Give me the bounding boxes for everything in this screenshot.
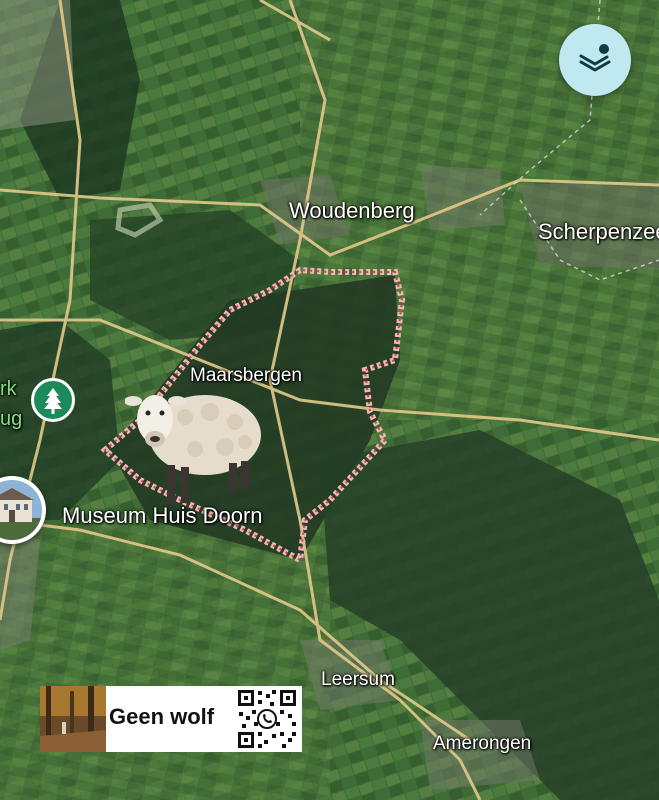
qr-code[interactable] bbox=[236, 688, 298, 750]
layers-button[interactable] bbox=[559, 24, 631, 96]
label-leersum[interactable]: Leersum bbox=[321, 669, 395, 691]
label-park-fragment-2[interactable]: ug bbox=[0, 408, 22, 431]
layers-icon bbox=[579, 44, 611, 72]
label-scherpenzeel[interactable]: Scherpenzee bbox=[538, 219, 659, 245]
overlay-banner: Geen wolf bbox=[40, 686, 302, 752]
museum-photo bbox=[0, 480, 42, 540]
label-park-fragment-1[interactable]: rk bbox=[0, 378, 17, 401]
banner-text: Geen wolf bbox=[109, 704, 215, 729]
sheep-image bbox=[124, 387, 265, 512]
forest-thumbnail bbox=[40, 686, 106, 752]
label-woudenberg[interactable]: Woudenberg bbox=[289, 198, 415, 224]
tree-icon bbox=[44, 388, 62, 414]
label-maarsbergen[interactable]: Maarsbergen bbox=[190, 365, 302, 387]
park-marker[interactable] bbox=[31, 378, 75, 422]
label-amerongen[interactable]: Amerongen bbox=[433, 733, 531, 755]
